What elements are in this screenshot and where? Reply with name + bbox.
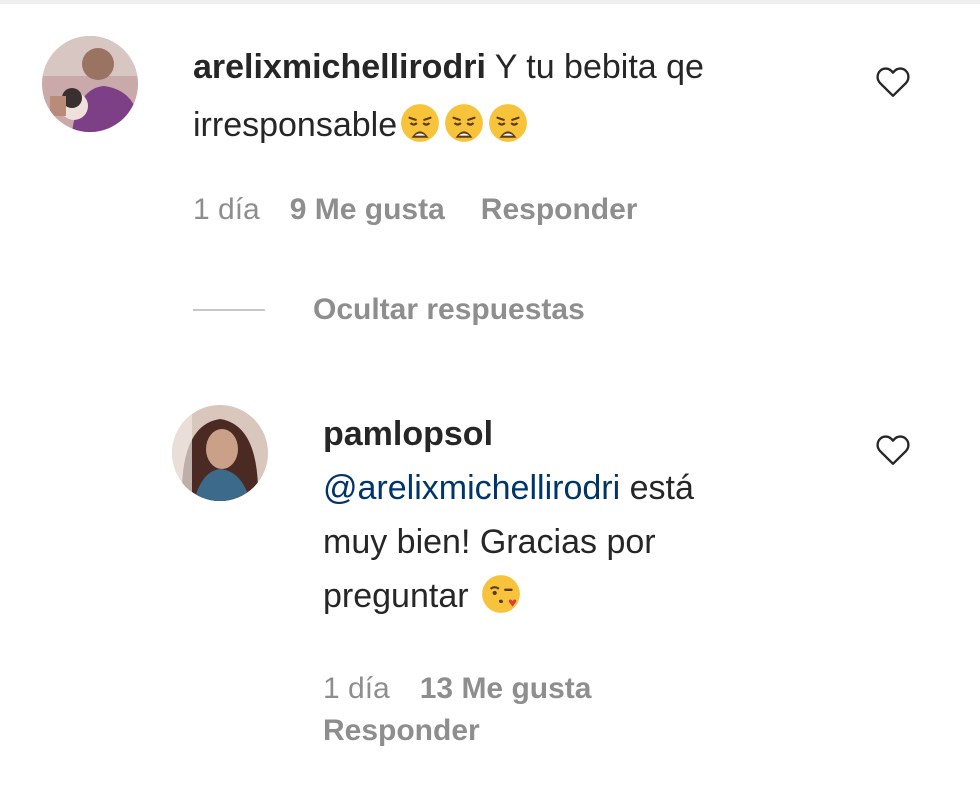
- comment-username[interactable]: arelixmichellirodri: [193, 48, 486, 86]
- like-heart-icon[interactable]: [875, 66, 911, 98]
- avatar[interactable]: [42, 36, 138, 132]
- reply-button[interactable]: Responder: [323, 714, 480, 747]
- reply-message-line3: preguntar: [323, 577, 469, 615]
- reply-mention-link[interactable]: @arelixmichellirodri: [323, 469, 620, 507]
- comment-meta: 1 día 9 Me gusta Responder: [193, 193, 637, 227]
- reply-username[interactable]: pamlopsol: [323, 415, 493, 453]
- weary-face-emoji: [443, 102, 485, 144]
- hide-replies-divider: [193, 309, 265, 311]
- avatar[interactable]: [172, 405, 268, 501]
- reply-meta: 1 día 13 Me gusta Responder: [323, 668, 627, 752]
- comment-text: arelixmichellirodri Y tu bebita qe irres…: [193, 38, 853, 154]
- comment-time[interactable]: 1 día: [193, 193, 260, 226]
- like-heart-icon[interactable]: [875, 434, 911, 466]
- comment-likes[interactable]: 9 Me gusta: [290, 193, 445, 226]
- reply-likes[interactable]: 13 Me gusta: [420, 672, 592, 705]
- reply-button[interactable]: Responder: [481, 193, 638, 226]
- hide-replies-row[interactable]: Ocultar respuestas: [193, 290, 585, 330]
- reply-message-line2: muy bien! Gracias por: [323, 523, 656, 561]
- hide-replies-button[interactable]: Ocultar respuestas: [313, 293, 585, 327]
- weary-face-emoji: [399, 102, 441, 144]
- reply-message-line1: está: [620, 469, 694, 507]
- top-divider: [0, 0, 980, 4]
- weary-face-emoji: [487, 102, 529, 144]
- face-blowing-kiss-emoji: [480, 573, 522, 615]
- reply-text: pamlopsol @arelixmichellirodri está muy …: [323, 407, 823, 623]
- reply-time[interactable]: 1 día: [323, 672, 390, 705]
